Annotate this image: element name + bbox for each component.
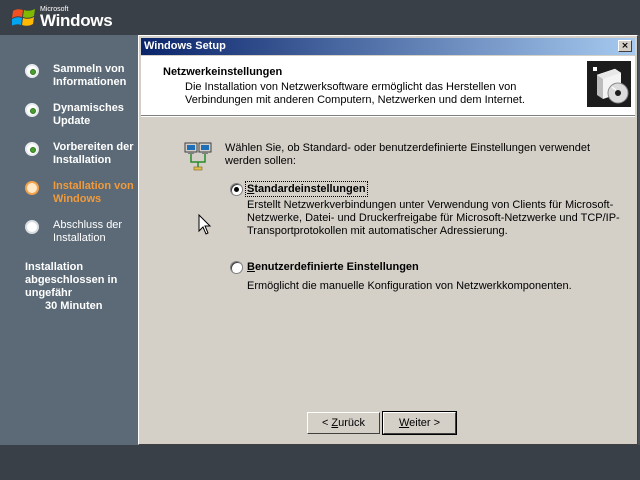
step-label: Installation von bbox=[53, 180, 134, 192]
close-icon: × bbox=[621, 41, 629, 51]
setup-sidebar: Sammeln von Informationen Dynamisches Up… bbox=[0, 35, 138, 445]
mouse-pointer-icon bbox=[198, 214, 212, 235]
windows-logo: Microsoft Windows bbox=[12, 4, 122, 32]
windows-flag-icon bbox=[12, 9, 35, 26]
step-label: Informationen bbox=[53, 76, 127, 88]
estimate-text: abgeschlossen in bbox=[25, 274, 118, 286]
step-label: Vorbereiten der bbox=[53, 141, 134, 153]
estimate-text: Installation bbox=[25, 261, 84, 273]
step-pending-icon bbox=[25, 220, 39, 234]
next-button[interactable]: Weiter > bbox=[382, 411, 457, 435]
step-label: Abschluss der bbox=[53, 219, 123, 231]
page-description: Die Installation von Netzwerksoftware er… bbox=[185, 81, 525, 106]
accelerator-key: B bbox=[247, 261, 255, 273]
step-label: Windows bbox=[53, 193, 102, 205]
step-label: Dynamisches bbox=[53, 102, 124, 114]
step-label: Installation bbox=[53, 154, 112, 166]
back-button[interactable]: < Zurück bbox=[307, 412, 380, 434]
custom-settings-label[interactable]: Benutzerdefinierte Einstellungen bbox=[247, 261, 419, 273]
dialog-header: Netzwerkeinstellungen Die Installation v… bbox=[141, 56, 635, 115]
time-estimate: Installation abgeschlossen in ungefähr 3… bbox=[25, 261, 135, 313]
dialog-titlebar[interactable]: Windows Setup × bbox=[141, 38, 635, 55]
custom-settings-radio[interactable] bbox=[230, 261, 243, 274]
top-band: Microsoft Windows bbox=[0, 0, 640, 35]
header-divider bbox=[141, 115, 635, 117]
button-label: eiter > bbox=[409, 417, 441, 429]
windows-wordmark: Windows bbox=[40, 11, 113, 30]
button-prefix: < bbox=[321, 417, 332, 429]
choice-prompt: Wählen Sie, ob Standard- oder benutzerde… bbox=[225, 142, 591, 167]
step-label: Update bbox=[53, 115, 91, 127]
setup-cd-box-icon bbox=[587, 61, 631, 107]
step-current-icon bbox=[25, 181, 39, 195]
button-label: urück bbox=[338, 417, 366, 429]
dialog-title: Windows Setup bbox=[144, 40, 226, 52]
step-label: Installation bbox=[53, 232, 106, 244]
estimate-time: 30 Minuten bbox=[45, 300, 103, 312]
step-complete-icon bbox=[25, 103, 39, 117]
close-button[interactable]: × bbox=[618, 40, 632, 52]
standard-settings-label[interactable]: Standardeinstellungen bbox=[245, 181, 368, 197]
setup-dialog: Windows Setup × Netzwerkeinstellungen Di… bbox=[138, 35, 638, 445]
option-label-text: enutzerdefinierte Einstellungen bbox=[254, 261, 419, 273]
step-complete-icon bbox=[25, 64, 39, 78]
network-computers-icon bbox=[184, 142, 212, 171]
page-title: Netzwerkeinstellungen bbox=[163, 66, 283, 78]
standard-settings-description: Erstellt Netzwerkverbindungen unter Verw… bbox=[247, 199, 620, 237]
standard-settings-radio[interactable] bbox=[230, 183, 243, 196]
option-label-text: tandardeinstellungen bbox=[254, 183, 366, 195]
estimate-text: ungefähr bbox=[25, 287, 73, 299]
bottom-band bbox=[0, 445, 640, 480]
custom-settings-description: Ermöglicht die manuelle Konfiguration vo… bbox=[247, 280, 572, 292]
accelerator-key: W bbox=[398, 417, 410, 429]
step-complete-icon bbox=[25, 142, 39, 156]
step-label: Sammeln von bbox=[53, 63, 125, 75]
